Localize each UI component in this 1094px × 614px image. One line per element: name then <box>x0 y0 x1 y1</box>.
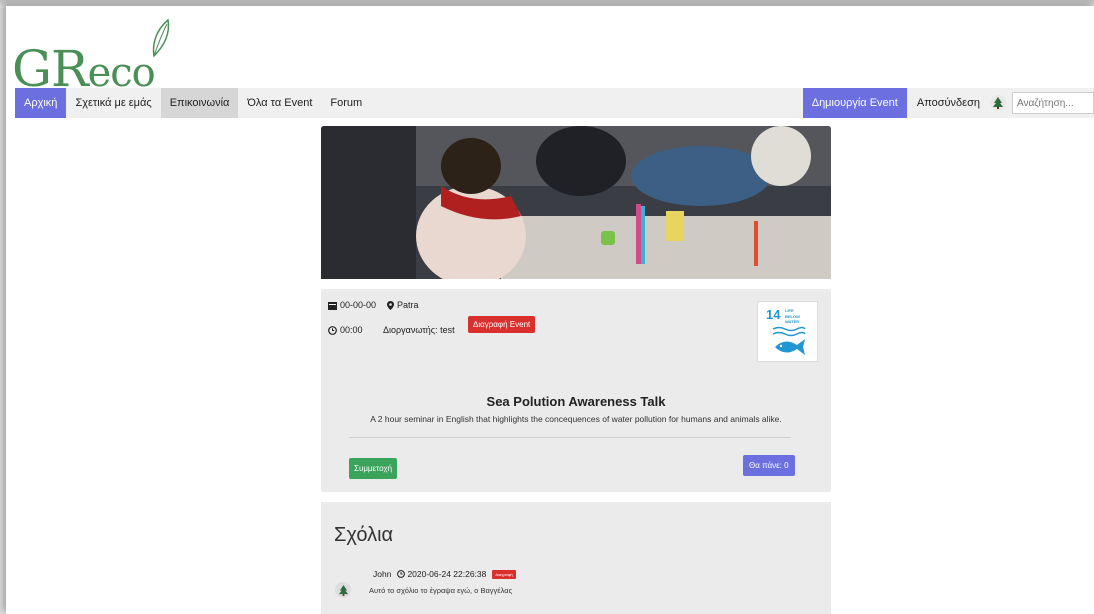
tree-icon <box>990 95 1006 111</box>
event-date-value: 00-00-00 <box>340 300 377 310</box>
fish-icon <box>772 326 806 355</box>
comment-time: 2020-06-24 22:26:38 <box>397 569 486 579</box>
going-count-button[interactable]: Θα πάνε: 0 <box>743 455 795 476</box>
search-input[interactable] <box>1012 92 1094 114</box>
sdg-logo: 14 LIFE BELOW WATER <box>762 306 815 359</box>
event-title: Sea Polution Awareness Talk <box>486 394 666 409</box>
comment-header: John 2020-06-24 22:26:38 Διαγραφή <box>373 569 516 579</box>
navbar: Αρχική Σχετικά με εμάς Επικοινωνία Όλα τ… <box>15 88 1094 118</box>
tree-icon <box>338 584 348 596</box>
event-time: 00:00 <box>328 325 363 335</box>
map-marker-icon <box>387 300 395 310</box>
logout-link[interactable]: Αποσύνδεση <box>907 97 990 109</box>
delete-comment-button[interactable]: Διαγραφή <box>492 569 516 579</box>
divider <box>349 437 791 438</box>
event-organizer: Διοργανωτής: test <box>383 325 455 335</box>
calendar-icon <box>328 301 337 310</box>
logo-text: GReco <box>12 40 156 98</box>
event-date: 00-00-00 Patra <box>328 300 419 310</box>
comment-text: Αυτό το σχόλιο το έγραψα εγώ, ο Βαγγέλας <box>369 586 513 595</box>
sdg-badge: 14 LIFE BELOW WATER <box>757 301 818 362</box>
nav-right-group: Δημιουργία Event Αποσύνδεση <box>802 88 1094 118</box>
delete-event-button[interactable]: Διαγραφή Event <box>468 316 536 333</box>
nav-all-events[interactable]: Όλα τα Event <box>238 88 321 118</box>
clock-icon <box>397 570 406 578</box>
event-description: A 2 hour seminar in English that highlig… <box>370 414 782 424</box>
clock-icon <box>328 325 337 335</box>
nav-about[interactable]: Σχετικά με εμάς <box>66 88 160 118</box>
nav-home[interactable]: Αρχική <box>15 88 67 118</box>
page-frame: GReco Αρχική Σχετικά με εμάς Επικοινωνία… <box>6 6 1094 614</box>
event-card: 00-00-00 Patra 00:00 Διοργανωτής: test Δ… <box>321 289 831 492</box>
sdg-title-line1: LIFE <box>785 308 794 313</box>
comment-timestamp: 2020-06-24 22:26:38 <box>407 569 487 579</box>
event-location-value: Patra <box>397 300 419 310</box>
comments-title: Σχόλια <box>334 524 394 546</box>
sdg-title-line2: BELOW WATER <box>785 314 800 324</box>
leaf-icon <box>152 18 170 58</box>
sdg-number: 14 <box>766 307 781 322</box>
comment-avatar <box>335 582 351 598</box>
event-time-value: 00:00 <box>340 325 363 335</box>
create-event-button[interactable]: Δημιουργία Event <box>802 88 907 118</box>
event-hero-image <box>321 126 831 279</box>
nav-contact[interactable]: Επικοινωνία <box>160 88 239 118</box>
nav-forum[interactable]: Forum <box>321 88 371 118</box>
join-button[interactable]: Συμμετοχή <box>349 458 398 479</box>
comments-section: Σχόλια John 2020-06-24 22:26:38 Διαγραφή… <box>321 502 831 614</box>
comment-author: John <box>373 569 392 579</box>
